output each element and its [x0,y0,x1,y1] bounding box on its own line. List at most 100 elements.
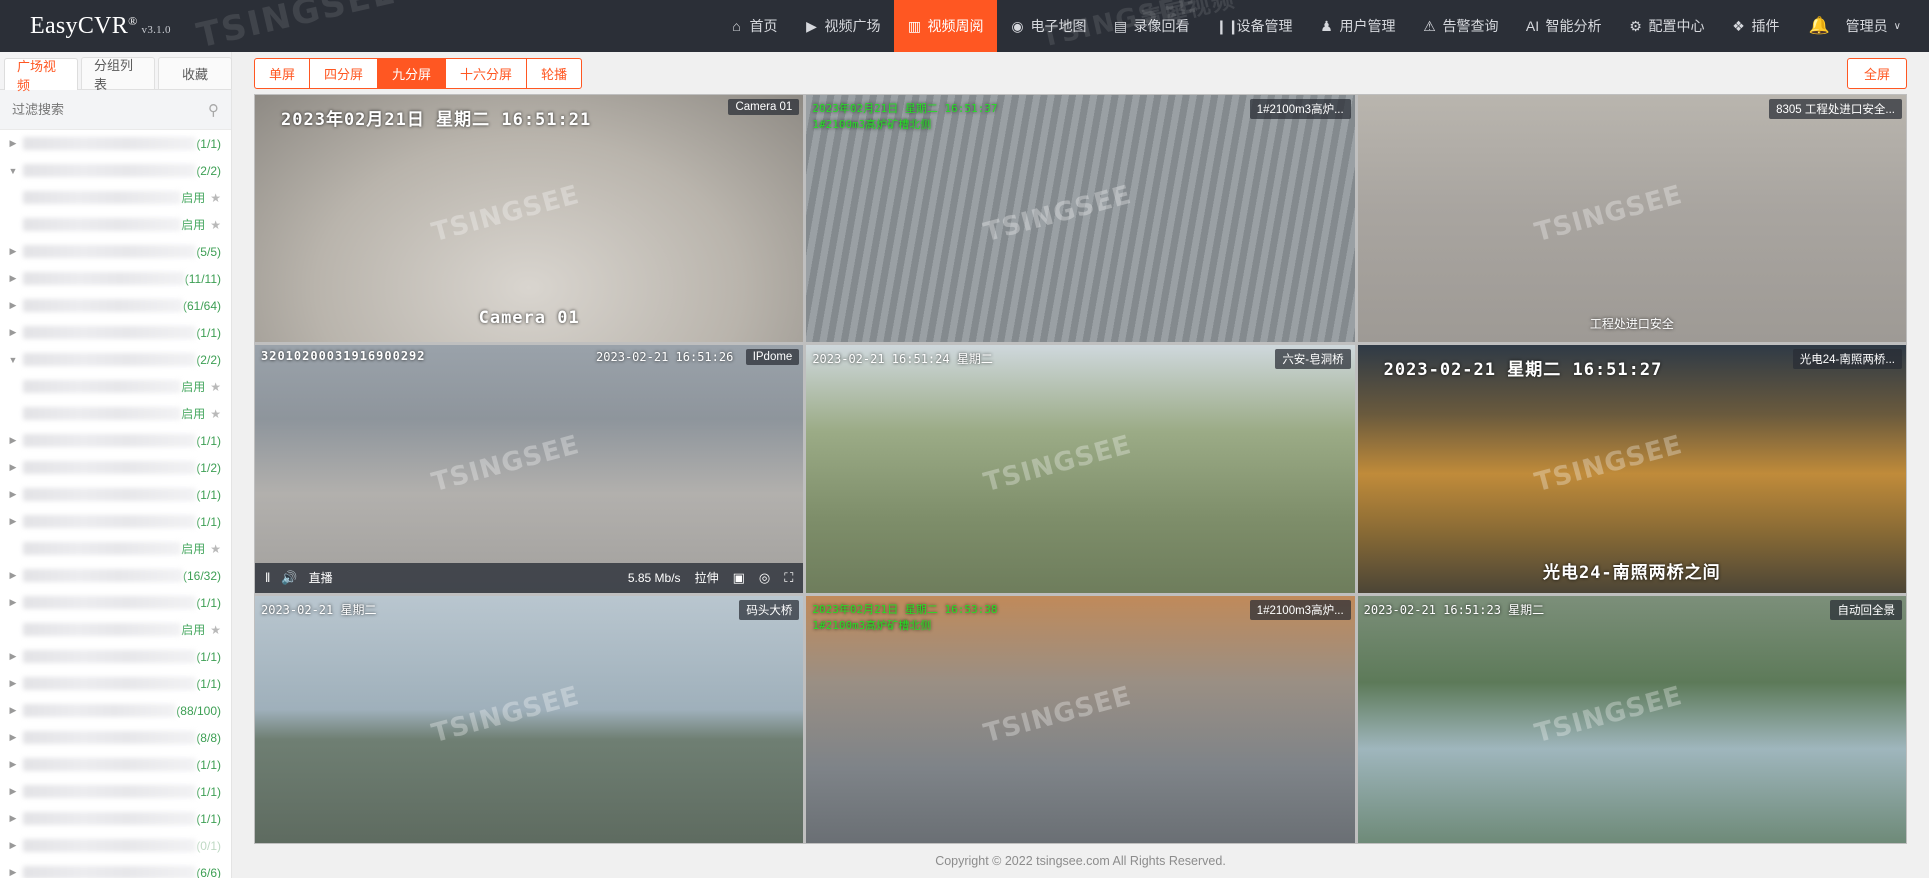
expand-arrow-icon[interactable]: ▶ [6,435,20,446]
expand-arrow-icon[interactable]: ▶ [6,300,20,311]
tree-row[interactable]: 启用★ [0,211,231,238]
tree-row[interactable]: ▶(1/1) [0,670,231,697]
tree-row[interactable]: ▶(61/64) [0,292,231,319]
split-mode-4[interactable]: 十六分屏 [445,58,527,89]
expand-arrow-icon[interactable]: ▶ [6,759,20,770]
expand-arrow-icon[interactable]: ▶ [6,867,20,878]
expand-icon[interactable]: ⛶ [784,571,793,584]
search-input[interactable] [12,102,208,117]
expand-arrow-icon[interactable]: ▶ [6,786,20,797]
favorite-star-icon[interactable]: ★ [210,542,221,556]
tree-row[interactable]: ▶(8/8) [0,724,231,751]
stretch-button[interactable]: 拉伸 [695,569,719,586]
video-tile-7[interactable]: TSINGSEE2023-02-21 星期二码头大桥 [255,596,803,843]
tree-row[interactable]: 启用★ [0,616,231,643]
favorite-star-icon[interactable]: ★ [210,380,221,394]
nav-item-5[interactable]: ▤录像回看 [1100,0,1203,52]
tree-row[interactable]: ▶(6/6) [0,859,231,878]
video-tile-6[interactable]: TSINGSEE2023-02-21 星期二 16:51:27光电24-南照两桥… [1358,345,1906,592]
expand-arrow-icon[interactable]: ▶ [6,462,20,473]
search-icon[interactable]: ⚲ [208,101,219,119]
nav-item-10[interactable]: ⚙配置中心 [1615,0,1718,52]
nav-item-8[interactable]: ⚠告警查询 [1409,0,1512,52]
nav-item-1[interactable]: ⌂首页 [716,0,791,52]
video-tile-4[interactable]: TSINGSEE320102000319169002922023-02-21 1… [255,345,803,592]
tree-row[interactable]: ▶(1/1) [0,481,231,508]
expand-arrow-icon[interactable]: ▶ [6,273,20,284]
tree-row[interactable]: ▶(1/1) [0,805,231,832]
tree-row[interactable]: 启用★ [0,184,231,211]
expand-arrow-icon[interactable]: ▶ [6,138,20,149]
tree-row[interactable]: ▶(5/5) [0,238,231,265]
tree-row[interactable]: ▶(16/32) [0,562,231,589]
tree-row[interactable]: ▼(2/2) [0,346,231,373]
video-tile-2[interactable]: TSINGSEE2023年02月21日 星期二 16:51:37 1#2100m… [806,95,1354,342]
expand-arrow-icon[interactable]: ▶ [6,813,20,824]
expand-arrow-icon[interactable]: ▶ [6,732,20,743]
tree-row[interactable]: ▶(1/1) [0,130,231,157]
nav-item-7[interactable]: ♟用户管理 [1306,0,1409,52]
player-control-bar[interactable]: ‖🔊直播5.85 Mb/s拉伸▣◎⛶ [255,563,803,593]
tree-row[interactable]: ▶(1/1) [0,589,231,616]
pause-icon[interactable]: ‖ [265,571,270,584]
nav-item-3[interactable]: ▥视频周阅 [894,0,997,52]
tree-row[interactable]: ▶(1/1) [0,508,231,535]
favorite-star-icon[interactable]: ★ [210,191,221,205]
split-mode-5[interactable]: 轮播 [526,58,582,89]
nav-item-9[interactable]: AI智能分析 [1512,0,1615,52]
nav-item-label: 告警查询 [1443,16,1499,36]
video-tile-1[interactable]: TSINGSEE2023年02月21日 星期二 16:51:21Camera 0… [255,95,803,342]
split-mode-3[interactable]: 九分屏 [377,58,446,89]
expand-arrow-icon[interactable]: ▶ [6,705,20,716]
tree-row[interactable]: ▶(11/11) [0,265,231,292]
tree-row[interactable]: ▶(1/1) [0,427,231,454]
nav-item-2[interactable]: ▶视频广场 [791,0,894,52]
sidebar-tab-2[interactable]: 分组列表 [81,57,155,89]
tree-row[interactable]: 启用★ [0,535,231,562]
expand-arrow-icon[interactable]: ▶ [6,651,20,662]
volume-icon[interactable]: 🔊 [281,571,297,584]
split-mode-1[interactable]: 单屏 [254,58,310,89]
tree-row[interactable]: ▶(88/100) [0,697,231,724]
fullscreen-button[interactable]: 全屏 [1847,58,1907,89]
expand-arrow-icon[interactable]: ▶ [6,246,20,257]
expand-arrow-icon[interactable]: ▶ [6,678,20,689]
split-mode-2[interactable]: 四分屏 [309,58,378,89]
video-tile-9[interactable]: TSINGSEE2023-02-21 16:51:23 星期二自动回全景 [1358,596,1906,843]
camera-icon[interactable]: ◎ [759,571,770,584]
tree-row[interactable]: ▶(1/1) [0,778,231,805]
favorite-star-icon[interactable]: ★ [210,218,221,232]
sidebar-tab-1[interactable]: 广场视频 [4,58,78,90]
tree-row[interactable]: ▶(0/1) [0,832,231,859]
video-tile-3[interactable]: TSINGSEE工程处进口安全8305 工程处进口安全... [1358,95,1906,342]
nav-item-6[interactable]: ❙❙设备管理 [1203,0,1306,52]
picture-in-picture-icon[interactable]: ▣ [733,571,745,584]
tree-row[interactable]: ▶(1/2) [0,454,231,481]
tree-row[interactable]: 启用★ [0,400,231,427]
expand-arrow-icon[interactable]: ▶ [6,516,20,527]
expand-arrow-icon[interactable]: ▶ [6,489,20,500]
tree-row[interactable]: ▶(1/1) [0,319,231,346]
expand-arrow-icon[interactable]: ▶ [6,327,20,338]
favorite-star-icon[interactable]: ★ [210,623,221,637]
expand-arrow-icon[interactable]: ▼ [6,166,20,176]
bell-icon[interactable]: 🔔 [1793,16,1846,36]
user-menu[interactable]: 管理员 ∨ [1846,16,1911,36]
expand-arrow-icon[interactable]: ▶ [6,840,20,851]
nav-item-11[interactable]: ❖插件 [1718,0,1793,52]
nav-item-4[interactable]: ◉电子地图 [997,0,1100,52]
video-tile-5[interactable]: TSINGSEE2023-02-21 16:51:24 星期二六安-皂洞桥 [806,345,1354,592]
tree-row[interactable]: ▶(1/1) [0,643,231,670]
favorite-star-icon[interactable]: ★ [210,407,221,421]
device-tree[interactable]: ▶(1/1)▼(2/2)启用★启用★▶(5/5)▶(11/11)▶(61/64)… [0,130,231,878]
app-logo[interactable]: EasyCVR ® v3.1.0 [0,13,171,40]
expand-arrow-icon[interactable]: ▶ [6,597,20,608]
video-tile-8[interactable]: TSINGSEE2023年02月21日 星期二 16:53:38 1#2100m… [806,596,1354,843]
sidebar-search[interactable]: ⚲ [0,90,231,130]
expand-arrow-icon[interactable]: ▶ [6,570,20,581]
expand-arrow-icon[interactable]: ▼ [6,355,20,365]
tree-row[interactable]: ▼(2/2) [0,157,231,184]
tree-row[interactable]: 启用★ [0,373,231,400]
tree-row[interactable]: ▶(1/1) [0,751,231,778]
sidebar-tab-3[interactable]: 收藏 [158,57,232,89]
